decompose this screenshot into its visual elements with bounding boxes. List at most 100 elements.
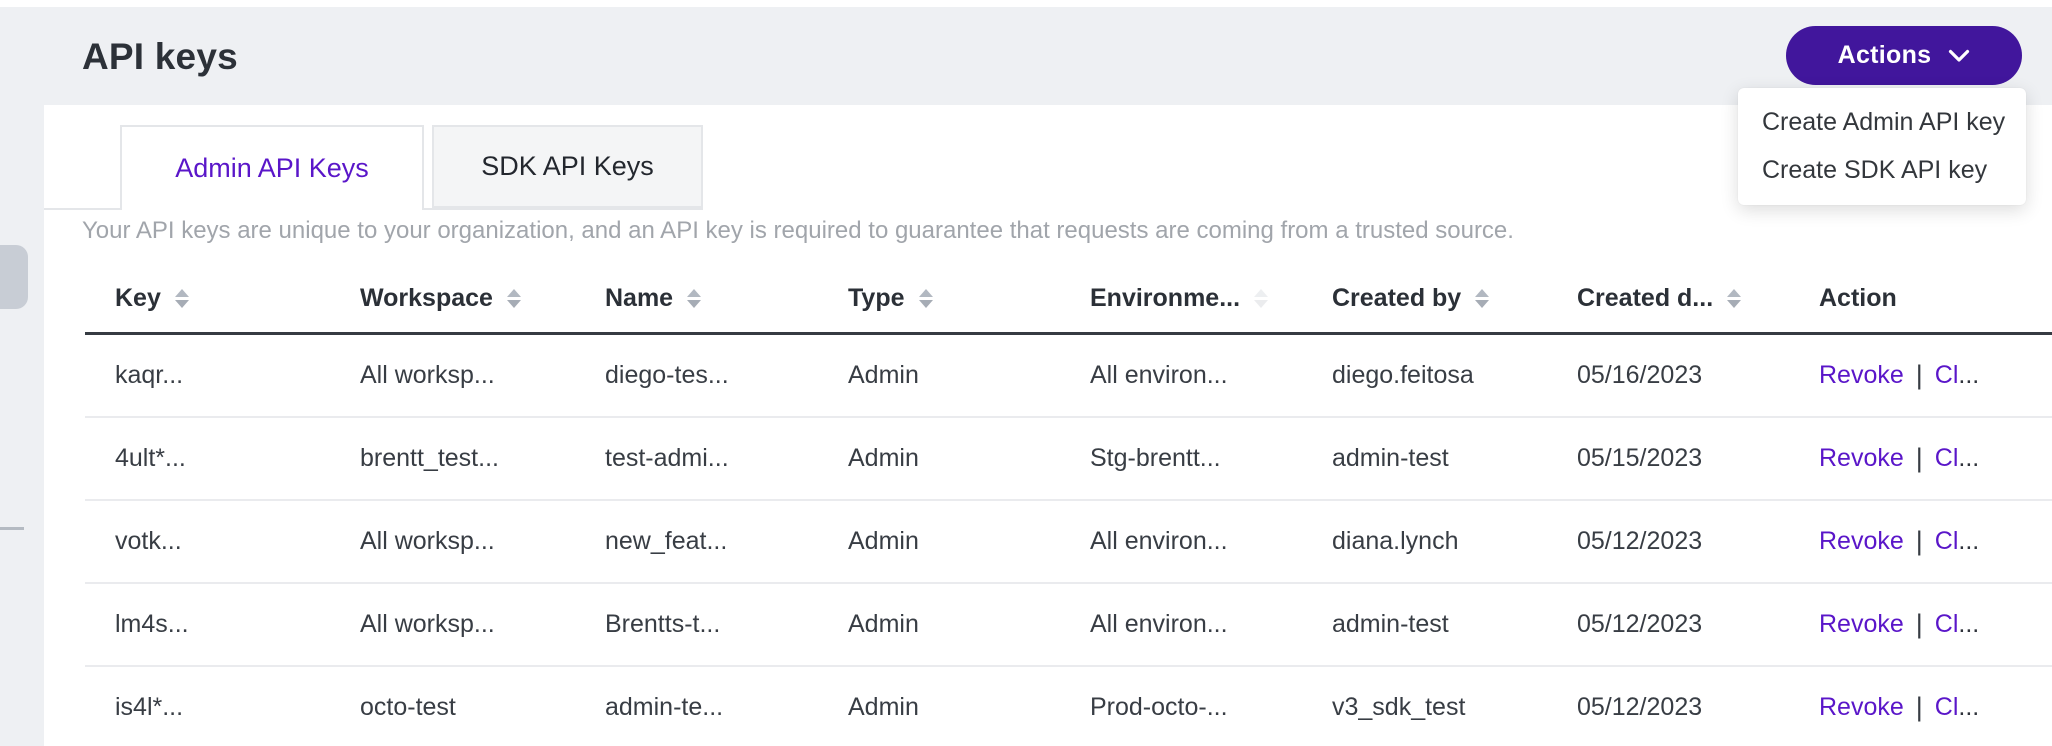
- cell-type: Admin: [818, 584, 1060, 665]
- column-header-created-d[interactable]: Created d...: [1547, 265, 1789, 332]
- table-row: is4l*... octo-test admin-te... Admin Pro…: [85, 667, 2052, 746]
- chevron-down-icon: [1948, 49, 1970, 63]
- cell-type: Admin: [818, 335, 1060, 416]
- menu-item-create-sdk-api-key[interactable]: Create SDK API key: [1738, 146, 2026, 194]
- cell-key: votk...: [85, 501, 330, 582]
- table-row: votk... All worksp... new_feat... Admin …: [85, 501, 2052, 584]
- cell-key: kaqr...: [85, 335, 330, 416]
- tab-label: Admin API Keys: [175, 153, 369, 184]
- action-separator: |: [1916, 526, 1923, 557]
- column-header-workspace[interactable]: Workspace: [330, 265, 575, 332]
- cell-name: test-admi...: [575, 418, 818, 499]
- page-title: API keys: [82, 36, 238, 78]
- sort-icon[interactable]: [1727, 289, 1741, 308]
- sort-icon[interactable]: [687, 289, 701, 308]
- column-header-label: Key: [115, 284, 161, 313]
- tab-sdk-api-keys[interactable]: SDK API Keys: [432, 125, 703, 208]
- revoke-link[interactable]: Revoke: [1819, 361, 1904, 390]
- column-header-created-by[interactable]: Created by: [1302, 265, 1547, 332]
- column-header-label: Environme...: [1090, 284, 1240, 313]
- column-header-label: Workspace: [360, 284, 493, 313]
- action-separator: |: [1916, 360, 1923, 391]
- clone-ellipsis: ...: [1958, 527, 1979, 556]
- action-separator: |: [1916, 609, 1923, 640]
- menu-item-label: Create SDK API key: [1762, 156, 1987, 185]
- column-header-key[interactable]: Key: [85, 265, 330, 332]
- table-body: kaqr... All worksp... diego-tes... Admin…: [85, 335, 2052, 746]
- cell-key: lm4s...: [85, 584, 330, 665]
- cell-action: Revoke | Cl ...: [1789, 501, 2052, 582]
- sort-icon[interactable]: [1254, 289, 1268, 308]
- cell-created-date: 05/16/2023: [1547, 335, 1789, 416]
- cell-environment: Stg-brentt...: [1060, 418, 1302, 499]
- cell-created-date: 05/15/2023: [1547, 418, 1789, 499]
- cell-workspace: octo-test: [330, 667, 575, 746]
- clone-link[interactable]: Cl: [1935, 361, 1959, 390]
- revoke-link[interactable]: Revoke: [1819, 693, 1904, 722]
- cell-type: Admin: [818, 667, 1060, 746]
- cell-created-date: 05/12/2023: [1547, 667, 1789, 746]
- column-header-name[interactable]: Name: [575, 265, 818, 332]
- actions-button[interactable]: Actions: [1786, 26, 2022, 85]
- actions-menu: Create Admin API key Create SDK API key: [1738, 88, 2026, 205]
- tab-label: SDK API Keys: [481, 151, 654, 182]
- cell-name: diego-tes...: [575, 335, 818, 416]
- tab-bar: Admin API Keys SDK API Keys: [44, 125, 703, 210]
- menu-item-create-admin-api-key[interactable]: Create Admin API key: [1738, 98, 2026, 146]
- cell-environment: All environ...: [1060, 584, 1302, 665]
- cell-environment: All environ...: [1060, 501, 1302, 582]
- column-header-label: Action: [1819, 284, 1897, 313]
- column-header-label: Created d...: [1577, 284, 1713, 313]
- revoke-link[interactable]: Revoke: [1819, 444, 1904, 473]
- sort-icon[interactable]: [1475, 289, 1489, 308]
- cell-environment: All environ...: [1060, 335, 1302, 416]
- cell-action: Revoke | Cl ...: [1789, 418, 2052, 499]
- column-header-label: Type: [848, 284, 905, 313]
- table-row: 4ult*... brentt_test... test-admi... Adm…: [85, 418, 2052, 501]
- sort-icon[interactable]: [919, 289, 933, 308]
- api-keys-description: Your API keys are unique to your organiz…: [82, 217, 1514, 245]
- clone-link[interactable]: Cl: [1935, 693, 1959, 722]
- sort-icon[interactable]: [175, 289, 189, 308]
- api-keys-table: Key Workspace Name Type Environme... Cre…: [85, 265, 2052, 746]
- actions-button-label: Actions: [1838, 41, 1932, 70]
- clone-ellipsis: ...: [1958, 610, 1979, 639]
- table-header-row: Key Workspace Name Type Environme... Cre…: [85, 265, 2052, 335]
- column-header-environme[interactable]: Environme...: [1060, 265, 1302, 332]
- cell-workspace: All worksp...: [330, 584, 575, 665]
- action-separator: |: [1916, 443, 1923, 474]
- cell-action: Revoke | Cl ...: [1789, 335, 2052, 416]
- cell-created-date: 05/12/2023: [1547, 584, 1789, 665]
- clone-link[interactable]: Cl: [1935, 444, 1959, 473]
- cell-name: admin-te...: [575, 667, 818, 746]
- clone-ellipsis: ...: [1958, 361, 1979, 390]
- clone-link[interactable]: Cl: [1935, 527, 1959, 556]
- cell-created-by: diana.lynch: [1302, 501, 1547, 582]
- menu-item-label: Create Admin API key: [1762, 108, 2005, 137]
- column-header-type[interactable]: Type: [818, 265, 1060, 332]
- cell-created-date: 05/12/2023: [1547, 501, 1789, 582]
- cell-environment: Prod-octo-...: [1060, 667, 1302, 746]
- column-header-label: Name: [605, 284, 673, 313]
- column-header-action: Action: [1789, 265, 2052, 332]
- cell-key: is4l*...: [85, 667, 330, 746]
- left-edge-divider: [0, 527, 24, 530]
- action-separator: |: [1916, 692, 1923, 723]
- clone-ellipsis: ...: [1958, 444, 1979, 473]
- clone-link[interactable]: Cl: [1935, 610, 1959, 639]
- revoke-link[interactable]: Revoke: [1819, 527, 1904, 556]
- cell-name: Brentts-t...: [575, 584, 818, 665]
- cell-action: Revoke | Cl ...: [1789, 667, 2052, 746]
- cell-workspace: All worksp...: [330, 335, 575, 416]
- cell-created-by: diego.feitosa: [1302, 335, 1547, 416]
- cell-workspace: All worksp...: [330, 501, 575, 582]
- cell-workspace: brentt_test...: [330, 418, 575, 499]
- sort-icon[interactable]: [507, 289, 521, 308]
- cell-type: Admin: [818, 418, 1060, 499]
- cell-created-by: v3_sdk_test: [1302, 667, 1547, 746]
- cell-key: 4ult*...: [85, 418, 330, 499]
- scrollbar-thumb[interactable]: [0, 245, 28, 309]
- tab-admin-api-keys[interactable]: Admin API Keys: [120, 125, 424, 210]
- cell-action: Revoke | Cl ...: [1789, 584, 2052, 665]
- revoke-link[interactable]: Revoke: [1819, 610, 1904, 639]
